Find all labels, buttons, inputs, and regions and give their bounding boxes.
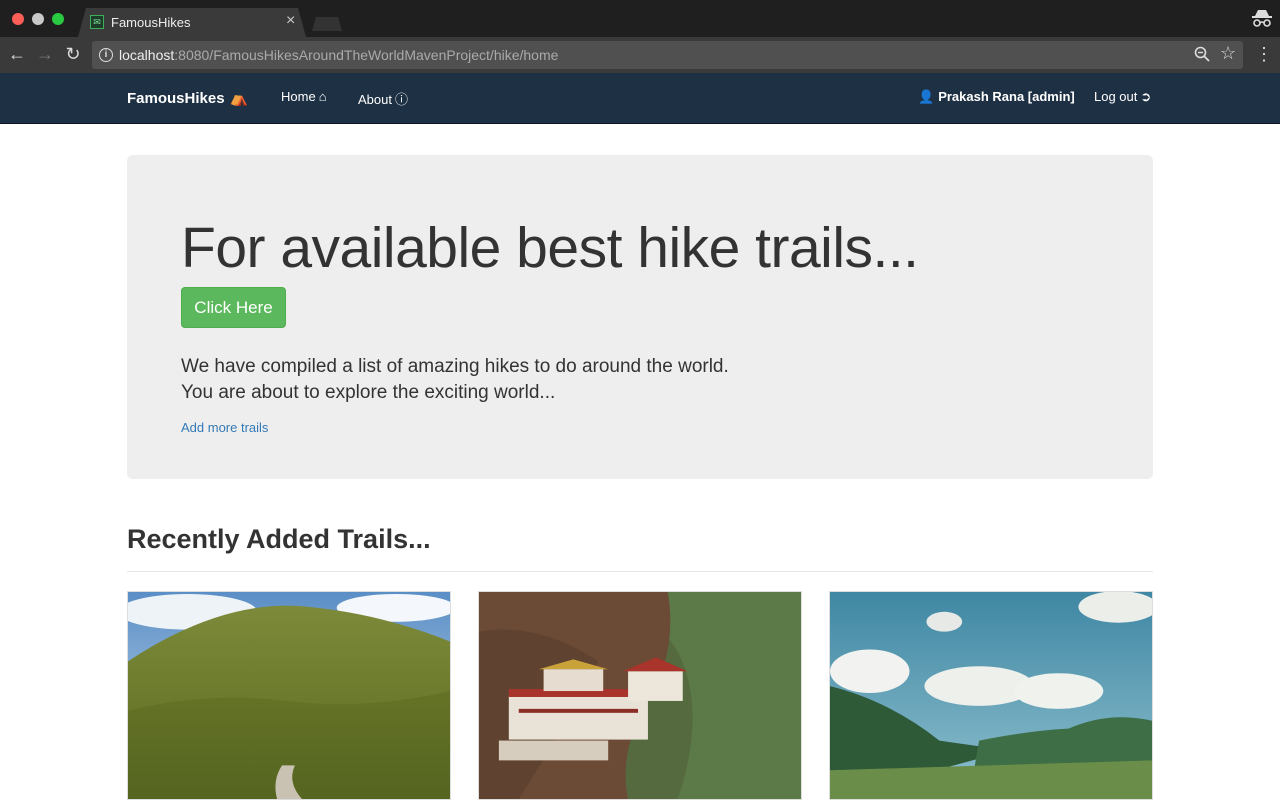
site-navbar: FamousHikes ⛺ Home ⌂ About ⓘ 👤 Prakash Rana … [0,73,1280,124]
home-icon: ⌂ [318,89,327,104]
info-icon[interactable]: i [99,48,113,62]
hiker-favicon-icon: ✉ [90,15,104,29]
browser-toolbar: ← → ↻ i localhost:8080/FamousHikesAround… [0,37,1280,73]
minimize-window-button[interactable] [32,13,44,25]
maximize-window-button[interactable] [52,13,64,25]
menu-icon[interactable]: ⋮ [1255,45,1273,65]
add-more-trails-link[interactable]: Add more trails [181,420,268,435]
nav-home-link[interactable]: Home ⌂ [281,89,327,104]
url-path: :8080/FamousHikesAroundTheWorldMavenProj… [174,47,559,63]
user-icon: 👤 [918,89,935,104]
hero-description-line2: You are about to explore the exciting wo… [181,382,556,403]
browser-tab-active[interactable]: ✉ FamousHikes × [78,8,306,37]
info-circle-icon: ⓘ [394,92,408,107]
address-bar[interactable]: i localhost:8080/FamousHikesAroundTheWor… [92,41,1243,69]
zoom-icon[interactable] [1194,46,1210,62]
url-host: localhost [119,47,175,63]
new-tab-button[interactable] [312,17,342,31]
green-valley-image [830,592,1152,799]
brand-text: FamousHikes [127,90,225,107]
nav-logout-link[interactable]: Log out ➲ [1094,89,1151,105]
back-arrow-icon[interactable]: ← [7,44,27,64]
nav-home-label: Home [281,89,316,104]
trail-card-image[interactable] [127,591,451,800]
nav-logout-label: Log out [1094,89,1138,104]
nav-user-link[interactable]: 👤 Prakash Rana [admin] [918,89,1075,105]
nav-about-link[interactable]: About ⓘ [358,89,408,108]
trail-card-image[interactable] [478,591,802,800]
reload-icon[interactable]: ↻ [63,44,83,64]
url-text[interactable]: localhost:8080/FamousHikesAroundTheWorld… [119,47,558,63]
hero-description-line1: We have compiled a list of amazing hikes… [181,356,729,377]
forward-arrow-icon[interactable]: → [35,44,55,64]
section-divider [127,571,1153,572]
cliffside-monastery-image [479,592,801,799]
close-window-button[interactable] [12,13,24,25]
trail-card-image[interactable] [829,591,1153,800]
nav-user-label: Prakash Rana [admin] [938,89,1075,104]
incognito-icon [1252,10,1272,27]
click-here-button[interactable]: Click Here [181,287,286,328]
tab-close-icon[interactable]: × [286,12,295,30]
hero-jumbotron: For available best hike trails... Click … [127,155,1153,479]
brand-link[interactable]: FamousHikes ⛺ [127,89,248,107]
hero-title: For available best hike trails... [181,216,919,280]
nav-about-label: About [358,92,392,107]
bookmark-star-icon[interactable]: ☆ [1220,43,1236,64]
forested-hill-image [128,592,450,799]
logout-icon: ➲ [1140,89,1152,104]
tab-title: FamousHikes [111,15,191,30]
browser-tab-bar: ✉ FamousHikes × [0,0,1280,37]
tent-icon: ⛺ [229,90,249,107]
recent-trails-heading: Recently Added Trails... [127,524,431,554]
